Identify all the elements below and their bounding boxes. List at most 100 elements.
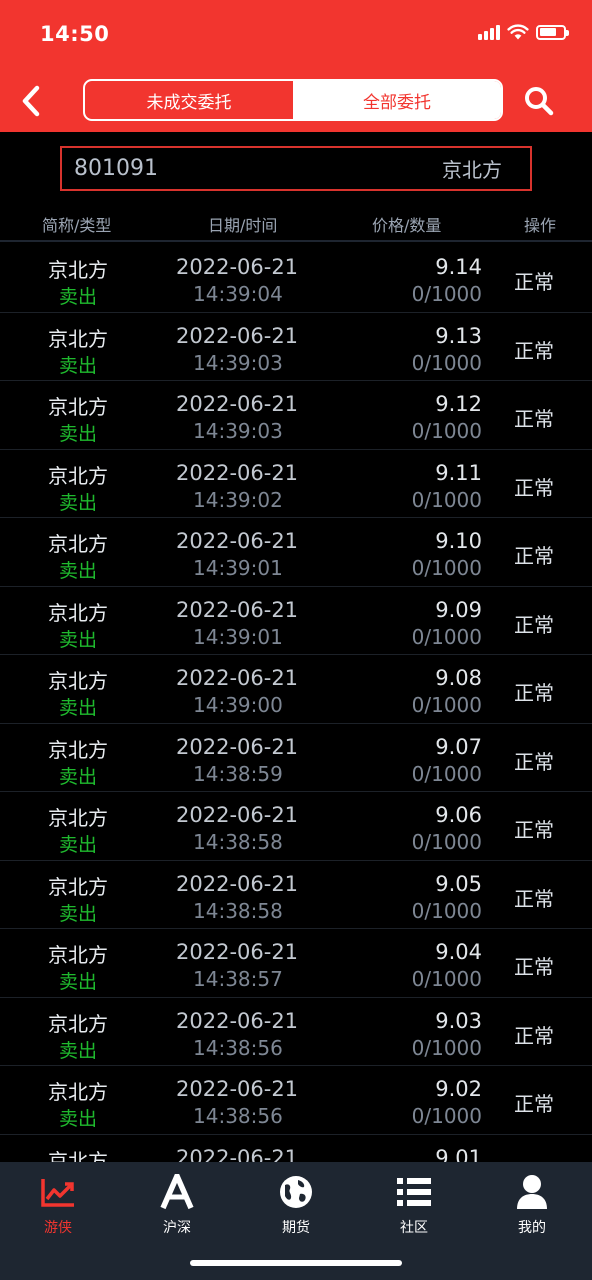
stock-name-cell: 京北方: [48, 326, 108, 351]
order-date-cell: 2022-06-21: [176, 734, 299, 759]
table-row[interactable]: 京北方 卖出 2022-06-21 14:39:01 9.09 0/1000 正常: [0, 587, 592, 655]
stock-name-cell: 京北方: [48, 463, 108, 488]
table-row[interactable]: 京北方 卖出 2022-06-21 14:38:58 9.05 0/1000 正常: [0, 861, 592, 929]
table-row[interactable]: 京北方 卖出 2022-06-21 14:38:56 9.03 0/1000 正常: [0, 998, 592, 1066]
order-qty-cell: 0/1000: [411, 1035, 482, 1060]
tab-label: 沪深: [163, 1220, 191, 1236]
order-time-cell: 14:39:03: [193, 350, 283, 375]
table-row[interactable]: 京北方卖出2022-06-219.01正常: [0, 1135, 592, 1163]
order-type-cell: 卖出: [59, 423, 98, 445]
order-status-cell[interactable]: 正常: [514, 746, 554, 775]
stock-name-cell: 京北方: [48, 806, 108, 830]
order-time-cell: 14:38:56: [193, 1104, 283, 1128]
order-price-cell: 9.14: [435, 255, 482, 279]
tab-futures[interactable]: 期货: [251, 1172, 341, 1237]
order-qty-cell: 0/1000: [411, 898, 482, 923]
tab-all-orders[interactable]: 全部委托: [293, 81, 501, 119]
order-status-cell[interactable]: 正常: [514, 540, 554, 569]
order-time-cell: 14:39:01: [193, 624, 283, 649]
stock-name-cell: 京北方: [48, 532, 108, 556]
trend-chart-icon: [41, 1179, 74, 1207]
order-status-cell[interactable]: 正常: [514, 403, 554, 432]
order-status-cell[interactable]: 正常: [514, 1020, 554, 1049]
order-date-cell: 2022-06-21: [176, 1145, 299, 1163]
table-row[interactable]: 京北方 卖出 2022-06-21 14:38:59 9.07 0/1000 正常: [0, 724, 592, 792]
stock-name-cell: 京北方: [48, 1080, 108, 1104]
table-row[interactable]: 京北方 卖出 2022-06-21 14:38:58 9.06 0/1000 正常: [0, 792, 592, 861]
header-divider: [0, 240, 592, 242]
order-type-segmented-control: 未成交委托 全部委托: [83, 79, 503, 121]
order-date-cell: 2022-06-21: [176, 666, 299, 690]
order-qty-cell: 0/1000: [411, 282, 482, 306]
order-date-cell: 2022-06-21: [176, 1008, 299, 1033]
tab-community[interactable]: 社区: [369, 1172, 459, 1237]
back-button[interactable]: [14, 82, 48, 120]
order-time-cell: 14:38:58: [193, 830, 283, 854]
order-status-cell[interactable]: 正常: [514, 1088, 554, 1117]
order-qty-cell: 0/1000: [411, 350, 482, 375]
table-row[interactable]: 京北方 卖出 2022-06-21 14:38:57 9.04 0/1000 正常: [0, 929, 592, 998]
order-date-cell: 2022-06-21: [176, 529, 299, 553]
order-status-cell[interactable]: 正常: [514, 335, 554, 364]
search-button[interactable]: [522, 84, 556, 118]
order-time-cell: 14:39:01: [193, 556, 283, 580]
stock-name-cell: 京北方: [48, 737, 108, 762]
order-qty-cell: 0/1000: [411, 761, 482, 786]
order-price-cell: 9.12: [435, 392, 482, 416]
tab-hushen[interactable]: 沪深: [132, 1172, 222, 1237]
order-qty-cell: 0/1000: [411, 487, 482, 512]
column-header: 简称/类型 日期/时间 价格/数量 操作: [0, 206, 592, 242]
table-row[interactable]: 京北方 卖出 2022-06-21 14:39:01 9.10 0/1000 正常: [0, 518, 592, 587]
order-type-cell: 卖出: [59, 286, 98, 308]
order-status-cell[interactable]: 正常: [514, 609, 554, 638]
order-price-cell: 9.08: [435, 666, 482, 690]
wifi-icon: [507, 24, 529, 40]
stock-name: 京北方: [442, 158, 502, 182]
order-qty-cell: 0/1000: [411, 556, 482, 580]
order-date-cell: 2022-06-21: [176, 460, 299, 485]
order-type-cell: 卖出: [59, 971, 98, 993]
order-type-cell: 卖出: [59, 1108, 98, 1130]
tab-youxia[interactable]: 游侠: [13, 1172, 103, 1237]
tab-open-orders[interactable]: 未成交委托: [85, 81, 293, 119]
order-status-cell[interactable]: 正常: [514, 883, 554, 912]
order-price-cell: 9.02: [435, 1077, 482, 1101]
order-list[interactable]: 京北方 卖出 2022-06-21 14:39:04 9.14 0/1000 正常 京北方 卖出…: [0, 244, 592, 1162]
order-status-cell[interactable]: 正常: [514, 814, 554, 843]
order-price-cell: 9.07: [435, 734, 482, 759]
signal-icon: [478, 24, 500, 40]
order-type-cell: 卖出: [59, 1039, 98, 1062]
status-time: 14:50: [40, 22, 110, 46]
order-type-cell: 卖出: [59, 491, 98, 514]
person-icon: [517, 1175, 547, 1209]
order-qty-cell: 0/1000: [411, 830, 482, 854]
tab-mine[interactable]: 我的: [487, 1172, 577, 1237]
table-row[interactable]: 京北方 卖出 2022-06-21 14:39:00 9.08 0/1000 正常: [0, 655, 592, 724]
tab-label: 社区: [400, 1220, 428, 1236]
order-status-cell[interactable]: 正常: [514, 677, 554, 706]
order-date-cell: 2022-06-21: [176, 392, 299, 416]
order-status-cell[interactable]: 正常: [514, 266, 554, 295]
col-price-qty: 价格/数量: [372, 216, 442, 235]
tab-label: 游侠: [44, 1220, 72, 1236]
order-time-cell: 14:38:56: [193, 1035, 283, 1060]
table-row[interactable]: 京北方 卖出 2022-06-21 14:39:02 9.11 0/1000 正常: [0, 450, 592, 518]
order-price-cell: 9.06: [435, 803, 482, 827]
order-status-cell[interactable]: 正常: [514, 472, 554, 501]
stock-code-field[interactable]: 801091 京北方: [60, 146, 532, 191]
order-time-cell: 14:38:59: [193, 761, 283, 786]
order-price-cell: 9.05: [435, 871, 482, 896]
stock-name-cell: 京北方: [48, 669, 108, 693]
table-row[interactable]: 京北方 卖出 2022-06-21 14:39:03 9.13 0/1000 正常: [0, 313, 592, 381]
order-qty-cell: 0/1000: [411, 967, 482, 991]
table-row[interactable]: 京北方 卖出 2022-06-21 14:39:04 9.14 0/1000 正常: [0, 244, 592, 313]
order-date-cell: 2022-06-21: [176, 1077, 299, 1101]
order-date-cell: 2022-06-21: [176, 871, 299, 896]
table-row[interactable]: 京北方 卖出 2022-06-21 14:39:03 9.12 0/1000 正常: [0, 381, 592, 450]
order-time-cell: 14:39:03: [193, 419, 283, 443]
stock-name-cell: 京北方: [48, 1011, 108, 1036]
order-price-cell: 9.09: [435, 597, 482, 622]
order-status-cell[interactable]: 正常: [514, 951, 554, 980]
table-row[interactable]: 京北方 卖出 2022-06-21 14:38:56 9.02 0/1000 正常: [0, 1066, 592, 1135]
chevron-left-icon: [22, 85, 40, 117]
